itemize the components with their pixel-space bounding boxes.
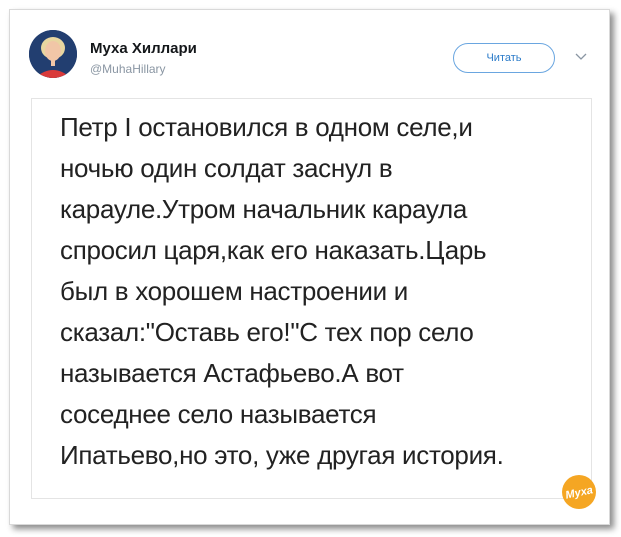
- tweet-text-line: называется Астафьево.А вот: [60, 358, 404, 388]
- avatar[interactable]: [29, 30, 77, 78]
- tweet-text-line: был в хорошем настроении и: [60, 276, 408, 306]
- follow-button[interactable]: Читать: [453, 43, 555, 73]
- tweet-text-line: Ипатьево,но это, уже другая история.: [60, 440, 504, 470]
- avatar-image: [29, 30, 77, 78]
- tweet-text-line: соседнее село называется: [60, 399, 377, 429]
- tweet-text-line: Петр I остановился в одном селе,и: [60, 112, 473, 142]
- chevron-down-icon[interactable]: [574, 50, 588, 64]
- tweet-text-line: сказал:"Оставь его!"С тех пор село: [60, 317, 474, 347]
- tweet-text-line: карауле.Утром начальник караула: [60, 194, 468, 224]
- author-handle[interactable]: @MuhaHillary: [90, 62, 166, 76]
- tweet-text-line: спросил царя,как его наказать.Царь: [60, 235, 487, 265]
- muha-logo: Муха: [562, 475, 596, 509]
- tweet-text-line: ночью один солдат заснул в: [60, 153, 393, 183]
- author-name[interactable]: Муха Хиллари: [90, 40, 197, 57]
